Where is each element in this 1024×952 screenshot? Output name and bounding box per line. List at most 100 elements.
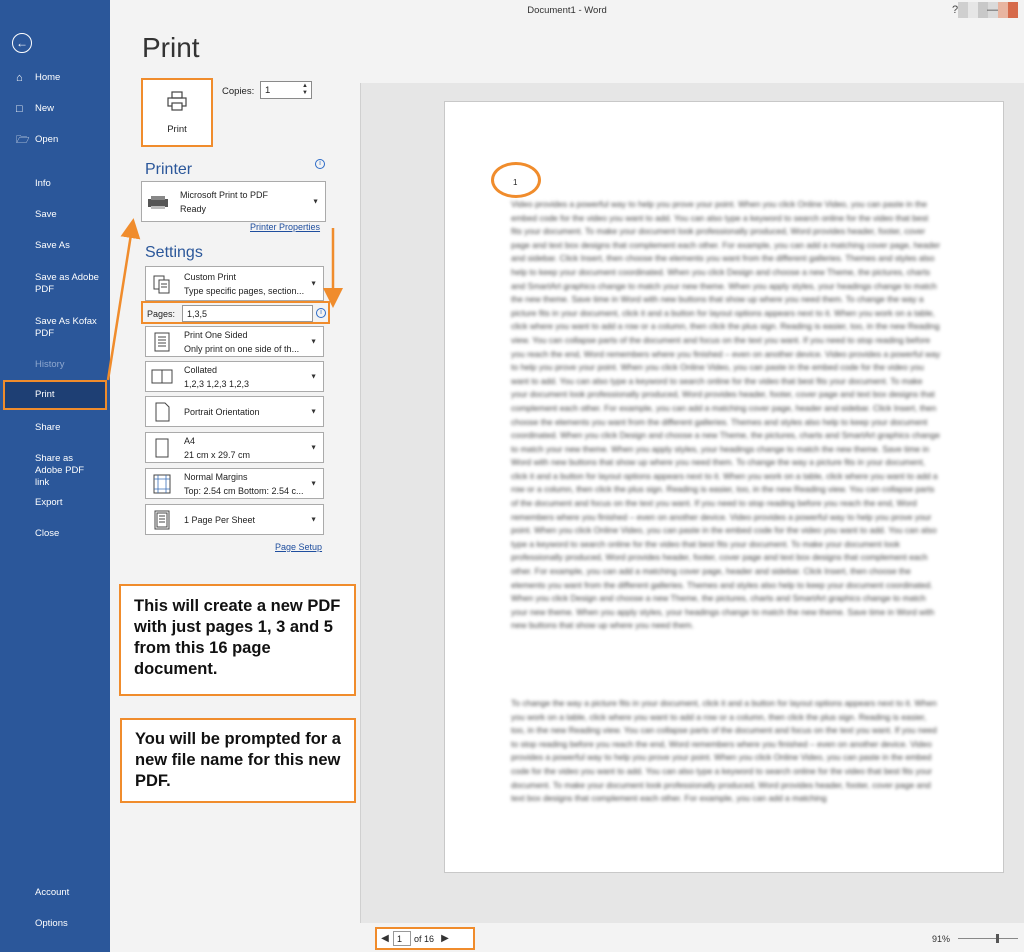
settings-heading: Settings bbox=[145, 244, 203, 261]
page-navigator: ◀ 1 of 16 ▶ bbox=[375, 927, 475, 950]
callout-note: You will be prompted for a new file name… bbox=[120, 718, 356, 803]
copies-label: Copies: bbox=[222, 86, 255, 97]
info-icon[interactable]: i bbox=[315, 159, 325, 169]
previous-page-icon[interactable]: ◀ bbox=[377, 933, 393, 944]
help-button[interactable]: ? bbox=[952, 4, 958, 16]
sidebar-item-label: Open bbox=[35, 134, 59, 145]
sidebar-item-label: Save As Kofax PDF bbox=[35, 316, 97, 339]
collated-icon bbox=[151, 366, 173, 388]
sidebar-item-label: Account bbox=[35, 887, 70, 898]
setting-line1: A4 bbox=[184, 435, 196, 446]
custom-pages-icon bbox=[151, 273, 171, 295]
sidebar-item-label: Options bbox=[35, 918, 68, 929]
printer-status: Ready bbox=[180, 203, 207, 214]
page-title: Print bbox=[142, 32, 200, 63]
sidebar-item-history: History bbox=[0, 359, 110, 371]
chevron-down-icon: ▼ bbox=[312, 198, 319, 205]
sidebar-item-home[interactable]: ⌂ Home bbox=[0, 72, 110, 84]
sidebar-item-label: Print bbox=[35, 389, 55, 400]
setting-line2: Only print on one side of th... bbox=[184, 343, 300, 354]
portrait-page-icon bbox=[151, 401, 171, 423]
home-icon: ⌂ bbox=[16, 72, 23, 84]
setting-line2: Top: 2.54 cm Bottom: 2.54 c... bbox=[184, 485, 304, 496]
minimize-button[interactable]: — bbox=[987, 4, 998, 16]
sidebar-item-label: Home bbox=[35, 72, 61, 83]
zoom-slider-handle[interactable] bbox=[996, 934, 999, 943]
setting-line2: 1,2,3 1,2,3 1,2,3 bbox=[184, 378, 250, 389]
print-button[interactable]: Print bbox=[141, 78, 213, 147]
zoom-level[interactable]: 91% bbox=[932, 934, 950, 944]
sidebar-item-label: New bbox=[35, 103, 55, 114]
new-document-icon: □ bbox=[16, 103, 23, 115]
body-paragraph: To change the way a picture fits in your… bbox=[511, 698, 937, 804]
pages-label: Pages: bbox=[147, 309, 176, 319]
sidebar-item-save[interactable]: Save bbox=[0, 209, 110, 221]
printer-heading: Printer bbox=[145, 161, 193, 178]
sidebar-item-print[interactable]: Print bbox=[3, 380, 107, 410]
preview-page: 1 Video provides a powerful way to help … bbox=[444, 101, 1004, 873]
copies-stepper[interactable]: 1 ▲ ▼ bbox=[260, 81, 312, 99]
page-setup-link[interactable]: Page Setup bbox=[275, 542, 322, 552]
collation-select[interactable]: Collated 1,2,3 1,2,3 1,2,3 ▼ bbox=[145, 361, 324, 392]
copies-value: 1 bbox=[265, 85, 271, 96]
setting-line1: Normal Margins bbox=[184, 471, 248, 482]
printer-name: Microsoft Print to PDF bbox=[180, 189, 269, 200]
annotation-arrow bbox=[106, 218, 141, 381]
sidebar-item-share[interactable]: Share bbox=[0, 422, 110, 434]
body-paragraph: Video provides a powerful way to help yo… bbox=[511, 199, 941, 631]
sidebar-item-label: Close bbox=[35, 528, 60, 539]
orientation-select[interactable]: Portrait Orientation ▼ bbox=[145, 396, 324, 427]
sidebar-item-label: Save As bbox=[35, 240, 70, 251]
sidebar-item-save-as-kofax-pdf[interactable]: Save As Kofax PDF bbox=[0, 316, 110, 340]
sidebar-item-export[interactable]: Export bbox=[0, 497, 110, 509]
margins-icon bbox=[151, 473, 171, 495]
margins-select[interactable]: Normal Margins Top: 2.54 cm Bottom: 2.54… bbox=[145, 468, 324, 499]
sidebar-item-save-as[interactable]: Save As bbox=[0, 240, 110, 252]
printer-properties-link[interactable]: Printer Properties bbox=[250, 222, 320, 232]
one-sided-icon bbox=[151, 331, 171, 353]
printer-icon bbox=[166, 90, 188, 116]
sidebar-item-label: Share bbox=[35, 422, 61, 433]
setting-line2: Type specific pages, section... bbox=[184, 285, 305, 296]
chevron-down-icon: ▼ bbox=[310, 480, 317, 487]
setting-line1: Custom Print bbox=[184, 271, 237, 282]
chevron-down-icon: ▼ bbox=[310, 373, 317, 380]
callout-note: This will create a new PDF with just pag… bbox=[119, 584, 356, 696]
current-page-input[interactable]: 1 bbox=[393, 931, 411, 946]
sidebar-item-account[interactable]: Account bbox=[0, 887, 110, 899]
pages-input[interactable]: 1,3,5 bbox=[182, 305, 313, 322]
setting-line1: Portrait Orientation bbox=[184, 406, 260, 417]
paper-size-select[interactable]: A4 21 cm x 29.7 cm ▼ bbox=[145, 432, 324, 463]
pages-per-sheet-select[interactable]: 1 Page Per Sheet ▼ bbox=[145, 504, 324, 535]
setting-line2: 21 cm x 29.7 cm bbox=[184, 449, 251, 460]
printer-icon bbox=[147, 191, 168, 213]
spin-arrows-icon[interactable]: ▲ ▼ bbox=[302, 83, 308, 97]
back-arrow-icon[interactable]: ← bbox=[12, 33, 32, 53]
sidebar-item-close[interactable]: Close bbox=[0, 528, 110, 540]
setting-line1: Collated bbox=[184, 364, 218, 375]
info-icon[interactable]: i bbox=[316, 308, 326, 318]
setting-line1: 1 Page Per Sheet bbox=[184, 514, 256, 525]
sidebar-item-label: Export bbox=[35, 497, 63, 508]
sidebar-item-label: Info bbox=[35, 178, 51, 189]
sidebar-item-options[interactable]: Options bbox=[0, 918, 110, 930]
chevron-down-icon: ▼ bbox=[310, 280, 317, 287]
title-bar: Document1 - Word ? — bbox=[110, 0, 1024, 22]
chevron-down-icon: ▼ bbox=[310, 516, 317, 523]
sidebar-item-new[interactable]: □ New bbox=[0, 103, 110, 115]
sidebar-item-label: Share as Adobe PDF link bbox=[35, 453, 85, 488]
zoom-slider[interactable] bbox=[958, 934, 1018, 943]
print-button-label: Print bbox=[167, 124, 187, 135]
next-page-icon[interactable]: ▶ bbox=[437, 933, 453, 944]
sidebar-item-open[interactable]: 🗁 Open bbox=[0, 134, 110, 146]
print-range-select[interactable]: Custom Print Type specific pages, sectio… bbox=[145, 266, 324, 301]
chevron-down-icon: ▼ bbox=[310, 444, 317, 451]
printer-select[interactable]: Microsoft Print to PDF Ready ▼ bbox=[141, 181, 326, 222]
sides-select[interactable]: Print One Sided Only print on one side o… bbox=[145, 326, 324, 357]
sidebar-item-share-adobe-pdf-link[interactable]: Share as Adobe PDF link bbox=[0, 453, 110, 489]
sidebar-item-info[interactable]: Info bbox=[0, 178, 110, 190]
page-number: 1 bbox=[513, 178, 518, 187]
sidebar-item-label: History bbox=[35, 359, 65, 370]
folder-open-icon: 🗁 bbox=[16, 134, 30, 146]
sidebar-item-save-as-adobe-pdf[interactable]: Save as Adobe PDF bbox=[0, 272, 110, 296]
